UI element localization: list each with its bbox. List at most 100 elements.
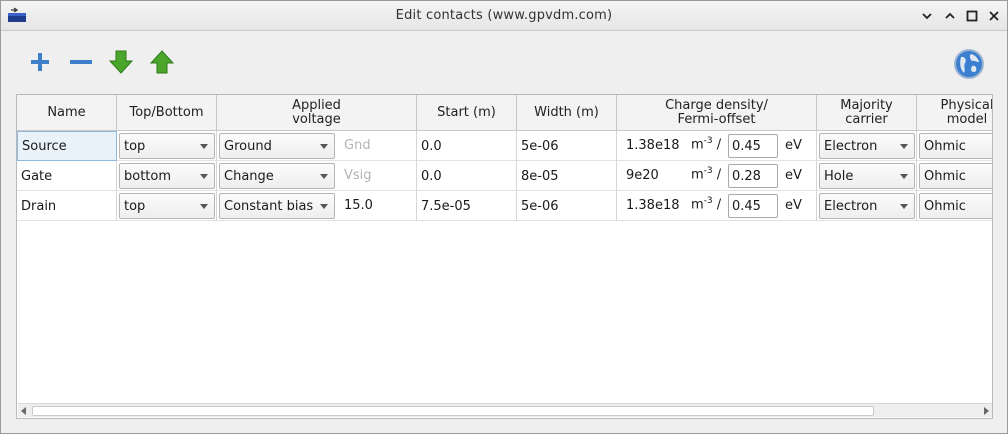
column-header-top-bottom[interactable]: Top/Bottom [117,95,217,131]
minimize-icon[interactable] [942,8,958,24]
fermi-unit: eV [785,138,802,153]
model-value: Ohmic [924,138,966,154]
maximize-icon[interactable] [964,8,980,24]
table-row: Gate bottom Change Vsig 0.0 8e-05 9e20 m… [17,161,992,191]
charge-density-value[interactable]: 1.38e18 [626,198,680,213]
voltage-type-combo[interactable]: Constant bias [219,193,335,219]
model-value: Ohmic [924,168,966,184]
start-cell[interactable]: 7.5e-05 [417,191,517,221]
scroll-left-icon[interactable] [21,407,26,415]
fermi-offset-input[interactable]: 0.45 [728,134,778,158]
chevron-down-icon [900,204,908,209]
table-row: Drain top Constant bias 15.0 7.5e-05 5e-… [17,191,992,221]
charge-density-cell: 9e20 m-3 / 0.28 eV [617,161,817,191]
model-cell: Ohmic [917,131,992,161]
column-header-majority-carrier[interactable]: Majority carrier [817,95,917,131]
table-header: Name Top/Bottom Applied voltage Start (m… [17,95,992,131]
edit-contacts-window: Edit contacts (www.gpvdm.com) Name Top/B… [0,0,1008,434]
model-value: Ohmic [924,198,966,214]
voltage-type-value: Constant bias [224,198,314,214]
column-header-applied-voltage[interactable]: Applied voltage [217,95,417,131]
width-cell[interactable]: 5e-06 [517,131,617,161]
scrollbar-thumb[interactable] [32,406,874,416]
window-title: Edit contacts (www.gpvdm.com) [395,8,613,23]
position-combo[interactable]: bottom [119,163,215,189]
minus-icon [69,51,93,77]
column-header-physical-model[interactable]: Physical model [917,95,992,131]
model-combo[interactable]: Ohmic [919,133,992,159]
carrier-value: Electron [824,198,878,214]
voltage-value: Gnd [344,138,371,153]
remove-contact-button[interactable] [66,49,96,79]
arrow-down-icon [108,49,134,79]
fermi-unit: eV [785,198,802,213]
toolbar [1,32,1007,94]
scroll-right-icon[interactable] [984,407,989,415]
voltage-type-combo[interactable]: Ground [219,133,335,159]
title-bar: Edit contacts (www.gpvdm.com) [1,1,1007,31]
voltage-value[interactable]: 15.0 [344,198,373,213]
column-header-name[interactable]: Name [17,95,117,131]
start-cell[interactable]: 0.0 [417,161,517,191]
voltage-cell: Constant bias 15.0 [217,191,417,221]
carrier-combo[interactable]: Electron [819,193,915,219]
move-down-button[interactable] [106,49,136,79]
model-cell: Ohmic [917,161,992,191]
column-header-start[interactable]: Start (m) [417,95,517,131]
position-value: bottom [124,168,172,184]
chevron-down-icon [200,144,208,149]
position-cell: bottom [117,161,217,191]
model-combo[interactable]: Ohmic [919,163,992,189]
carrier-cell: Hole [817,161,917,191]
move-up-button[interactable] [147,49,177,79]
position-combo[interactable]: top [119,193,215,219]
model-cell: Ohmic [917,191,992,221]
carrier-cell: Electron [817,191,917,221]
fermi-offset-input[interactable]: 0.45 [728,194,778,218]
table-row: Source top Ground Gnd 0.0 5e-06 1.38e18 … [17,131,992,161]
name-cell[interactable]: Source [17,131,117,161]
position-value: top [124,138,146,154]
position-cell: top [117,131,217,161]
column-header-width[interactable]: Width (m) [517,95,617,131]
arrow-up-icon [149,49,175,79]
chevron-down-icon [200,174,208,179]
add-contact-button[interactable] [25,49,55,79]
fermi-offset-input[interactable]: 0.28 [728,164,778,188]
chevron-down-icon [900,174,908,179]
carrier-combo[interactable]: Hole [819,163,915,189]
voltage-type-value: Change [224,168,274,184]
column-header-charge-density[interactable]: Charge density/ Fermi-offset [617,95,817,131]
carrier-value: Hole [824,168,854,184]
density-unit: m-3 / [691,166,722,183]
window-menu-chevron-icon[interactable] [919,8,935,24]
chevron-down-icon [900,144,908,149]
help-globe-button[interactable] [953,48,985,80]
voltage-cell: Ground Gnd [217,131,417,161]
density-unit: m-3 / [691,196,722,213]
fermi-unit: eV [785,168,802,183]
width-cell[interactable]: 8e-05 [517,161,617,191]
carrier-cell: Electron [817,131,917,161]
position-combo[interactable]: top [119,133,215,159]
chevron-down-icon [320,204,328,209]
chevron-down-icon [320,144,328,149]
charge-density-value[interactable]: 9e20 [626,168,659,183]
chevron-down-icon [320,174,328,179]
voltage-cell: Change Vsig [217,161,417,191]
close-icon[interactable] [986,8,1002,24]
voltage-type-combo[interactable]: Change [219,163,335,189]
charge-density-cell: 1.38e18 m-3 / 0.45 eV [617,191,817,221]
contacts-table: Name Top/Bottom Applied voltage Start (m… [16,94,993,419]
start-cell[interactable]: 0.0 [417,131,517,161]
name-cell[interactable]: Gate [17,161,117,191]
voltage-type-value: Ground [224,138,272,154]
model-combo[interactable]: Ohmic [919,193,992,219]
width-cell[interactable]: 5e-06 [517,191,617,221]
carrier-value: Electron [824,138,878,154]
plus-icon [29,51,51,77]
charge-density-value[interactable]: 1.38e18 [626,138,680,153]
name-cell[interactable]: Drain [17,191,117,221]
carrier-combo[interactable]: Electron [819,133,915,159]
horizontal-scrollbar[interactable] [18,403,992,417]
